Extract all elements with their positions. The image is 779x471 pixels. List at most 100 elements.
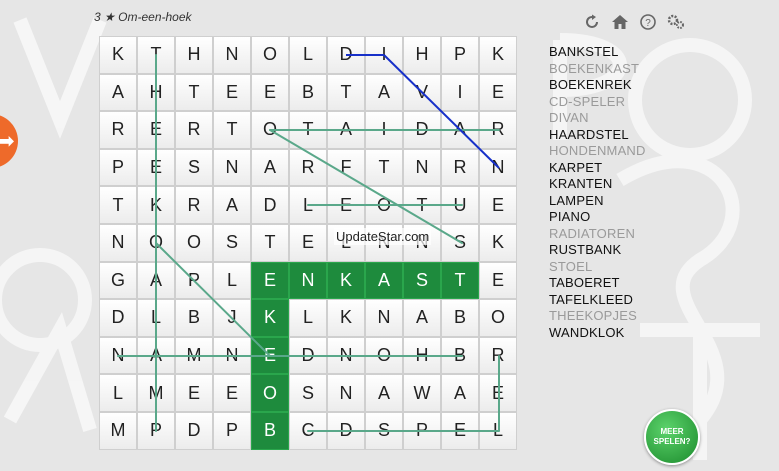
grid-cell[interactable]: O bbox=[175, 223, 213, 262]
grid-cell[interactable]: O bbox=[365, 186, 403, 224]
help-icon[interactable]: ? bbox=[638, 12, 658, 32]
grid-cell[interactable]: A bbox=[365, 261, 403, 300]
grid-cell[interactable]: I bbox=[365, 111, 403, 149]
grid-cell[interactable]: A bbox=[251, 148, 289, 187]
grid-cell[interactable]: P bbox=[137, 411, 175, 450]
grid-cell[interactable]: O bbox=[251, 374, 289, 412]
grid-cell[interactable]: A bbox=[327, 111, 365, 149]
grid-cell[interactable]: V bbox=[403, 73, 441, 112]
grid-cell[interactable]: T bbox=[99, 186, 137, 224]
grid-cell[interactable]: K bbox=[479, 36, 517, 74]
grid-cell[interactable]: L bbox=[289, 36, 327, 74]
grid-cell[interactable]: A bbox=[365, 374, 403, 412]
grid-cell[interactable]: L bbox=[289, 299, 327, 337]
grid-cell[interactable]: B bbox=[175, 299, 213, 337]
grid-cell[interactable]: A bbox=[365, 73, 403, 112]
grid-cell[interactable]: B bbox=[289, 73, 327, 112]
grid-cell[interactable]: N bbox=[327, 336, 365, 375]
grid-cell[interactable]: P bbox=[441, 36, 479, 74]
grid-cell[interactable]: E bbox=[213, 73, 251, 112]
grid-cell[interactable]: D bbox=[327, 411, 365, 450]
grid-cell[interactable]: W bbox=[403, 374, 441, 412]
grid-cell[interactable]: I bbox=[441, 73, 479, 112]
grid-cell[interactable]: S bbox=[175, 148, 213, 187]
grid-cell[interactable]: A bbox=[403, 299, 441, 337]
grid-cell[interactable]: A bbox=[137, 261, 175, 300]
grid-cell[interactable]: D bbox=[99, 299, 137, 337]
grid-cell[interactable]: T bbox=[251, 223, 289, 262]
grid-cell[interactable]: N bbox=[289, 261, 327, 300]
grid-cell[interactable]: L bbox=[99, 374, 137, 412]
grid-cell[interactable]: R bbox=[479, 111, 517, 149]
grid-cell[interactable]: T bbox=[441, 261, 479, 300]
grid-cell[interactable]: H bbox=[137, 73, 175, 112]
grid-cell[interactable]: D bbox=[175, 411, 213, 450]
grid-cell[interactable]: E bbox=[175, 374, 213, 412]
grid-cell[interactable]: E bbox=[137, 148, 175, 187]
grid-cell[interactable]: M bbox=[99, 411, 137, 450]
grid-cell[interactable]: N bbox=[365, 299, 403, 337]
grid-cell[interactable]: K bbox=[479, 223, 517, 262]
grid-cell[interactable]: P bbox=[213, 411, 251, 450]
grid-cell[interactable]: K bbox=[99, 36, 137, 74]
grid-cell[interactable]: S bbox=[289, 374, 327, 412]
grid-cell[interactable]: O bbox=[365, 336, 403, 375]
grid-cell[interactable]: N bbox=[479, 148, 517, 187]
grid-cell[interactable]: N bbox=[403, 148, 441, 187]
grid-cell[interactable]: R bbox=[99, 111, 137, 149]
grid-cell[interactable]: H bbox=[403, 36, 441, 74]
grid-cell[interactable]: S bbox=[213, 223, 251, 262]
grid-cell[interactable]: D bbox=[403, 111, 441, 149]
refresh-icon[interactable] bbox=[582, 12, 602, 32]
grid-cell[interactable]: A bbox=[137, 336, 175, 375]
grid-cell[interactable]: E bbox=[289, 223, 327, 262]
grid-cell[interactable]: D bbox=[327, 36, 365, 74]
grid-cell[interactable]: O bbox=[251, 111, 289, 149]
grid-cell[interactable]: E bbox=[251, 261, 289, 300]
grid-cell[interactable]: R bbox=[175, 186, 213, 224]
grid-cell[interactable]: A bbox=[213, 186, 251, 224]
grid-cell[interactable]: A bbox=[99, 73, 137, 112]
grid-cell[interactable]: K bbox=[327, 299, 365, 337]
more-games-button[interactable]: MEER SPELEN? bbox=[644, 409, 700, 465]
grid-cell[interactable]: R bbox=[441, 148, 479, 187]
grid-cell[interactable]: P bbox=[175, 261, 213, 300]
grid-cell[interactable]: T bbox=[137, 36, 175, 74]
grid-cell[interactable]: B bbox=[441, 299, 479, 337]
grid-cell[interactable]: B bbox=[441, 336, 479, 375]
grid-cell[interactable]: N bbox=[213, 336, 251, 375]
grid-cell[interactable]: M bbox=[175, 336, 213, 375]
grid-cell[interactable]: A bbox=[441, 111, 479, 149]
grid-cell[interactable]: S bbox=[441, 223, 479, 262]
grid-cell[interactable]: E bbox=[479, 73, 517, 112]
grid-cell[interactable]: N bbox=[99, 223, 137, 262]
grid-cell[interactable]: R bbox=[479, 336, 517, 375]
grid-cell[interactable]: E bbox=[251, 73, 289, 112]
grid-cell[interactable]: H bbox=[175, 36, 213, 74]
grid-cell[interactable]: R bbox=[175, 111, 213, 149]
grid-cell[interactable]: U bbox=[441, 186, 479, 224]
home-icon[interactable] bbox=[610, 12, 630, 32]
grid-cell[interactable]: N bbox=[99, 336, 137, 375]
grid-cell[interactable]: K bbox=[251, 299, 289, 337]
grid-cell[interactable]: H bbox=[403, 336, 441, 375]
grid-cell[interactable]: T bbox=[403, 186, 441, 224]
grid-cell[interactable]: L bbox=[479, 411, 517, 450]
grid-cell[interactable]: P bbox=[99, 148, 137, 187]
grid-cell[interactable]: K bbox=[137, 186, 175, 224]
grid-cell[interactable]: T bbox=[289, 111, 327, 149]
grid-cell[interactable]: T bbox=[365, 148, 403, 187]
grid-cell[interactable]: R bbox=[289, 148, 327, 187]
grid-cell[interactable]: D bbox=[289, 336, 327, 375]
grid-cell[interactable]: N bbox=[213, 36, 251, 74]
grid-cell[interactable]: O bbox=[251, 36, 289, 74]
grid-cell[interactable]: L bbox=[213, 261, 251, 300]
grid-cell[interactable]: B bbox=[251, 411, 289, 450]
grid-cell[interactable]: E bbox=[479, 261, 517, 300]
grid-cell[interactable]: N bbox=[327, 374, 365, 412]
grid-cell[interactable]: T bbox=[175, 73, 213, 112]
grid-cell[interactable]: O bbox=[137, 223, 175, 262]
settings-icon[interactable] bbox=[666, 12, 686, 32]
grid-cell[interactable]: G bbox=[99, 261, 137, 300]
grid-cell[interactable]: N bbox=[213, 148, 251, 187]
